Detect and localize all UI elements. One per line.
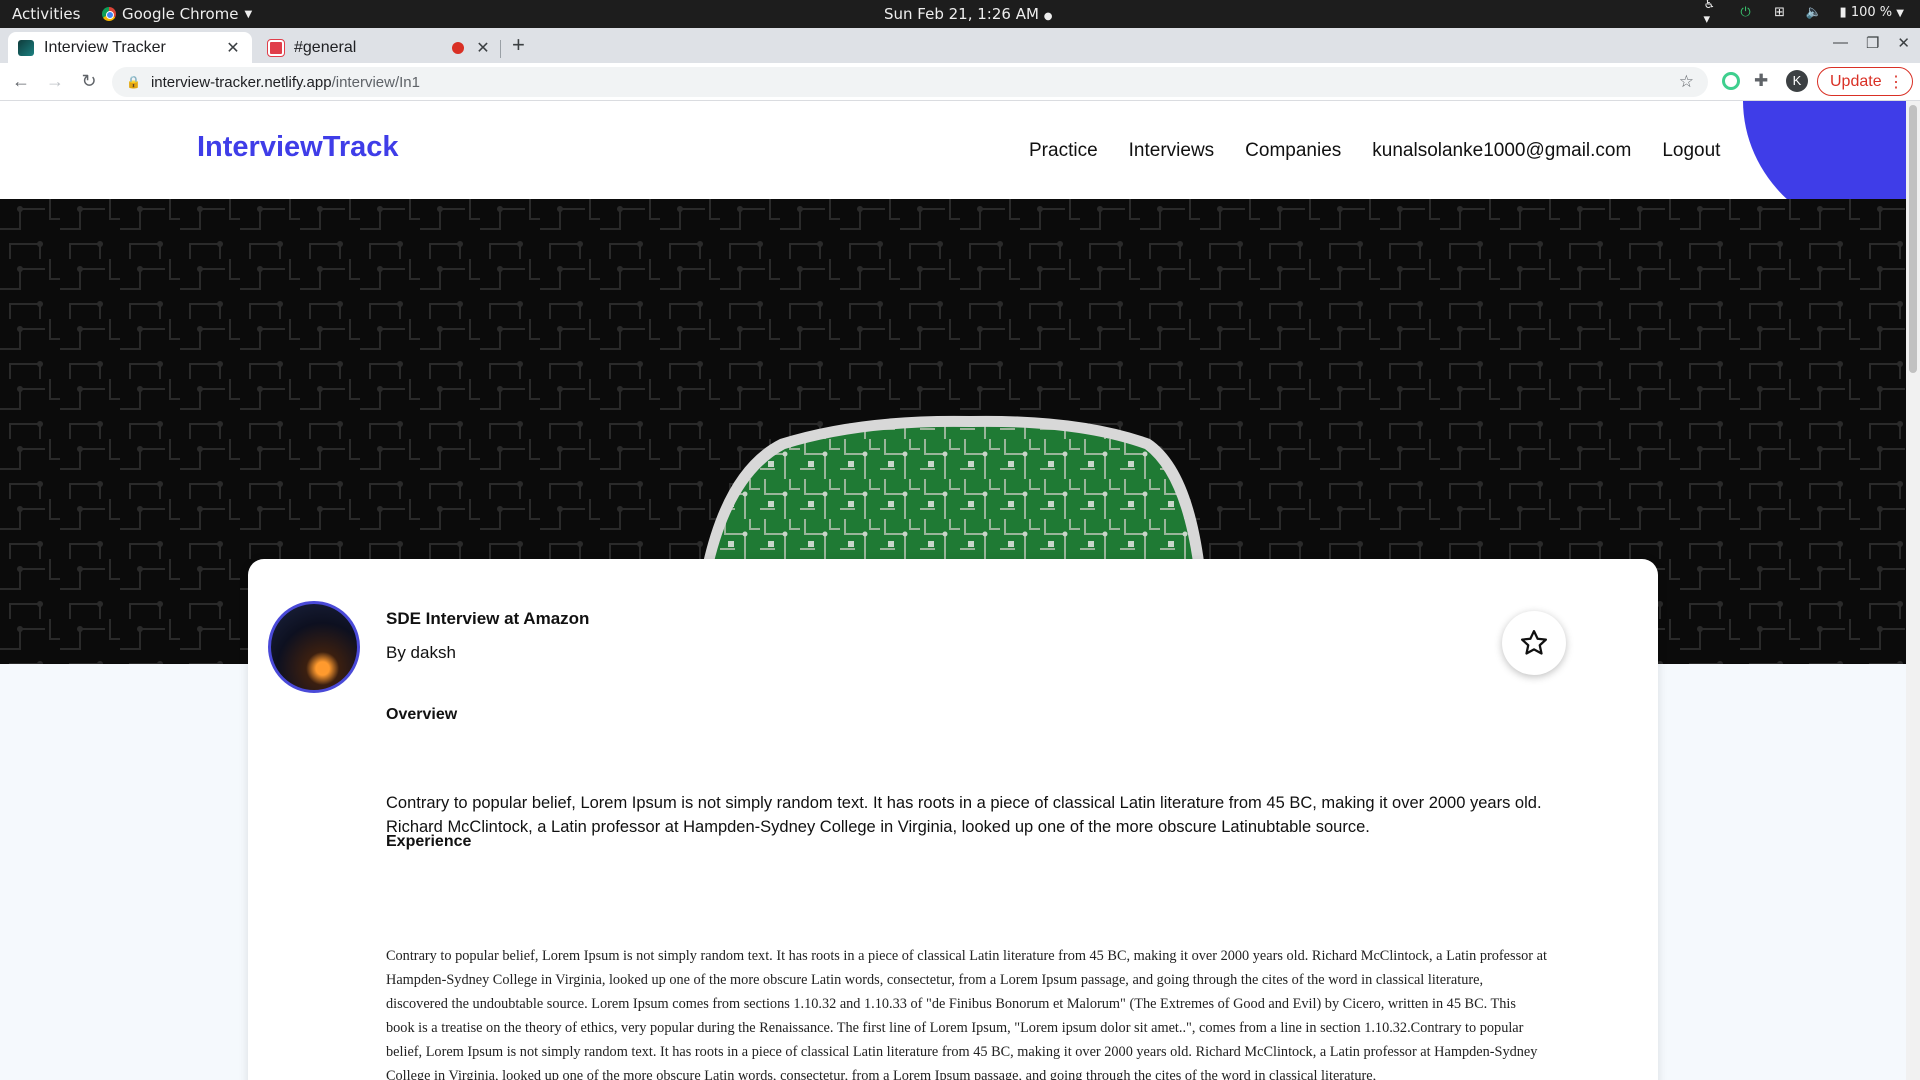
browser-toolbar: ← → ↻ 🔒 interview-tracker.netlify.app/in… [0, 63, 1920, 101]
battery-indicator[interactable]: ▮ 100 % ▼ [1840, 5, 1904, 20]
battery-icon: ▮ [1839, 4, 1847, 20]
interview-title: SDE Interview at Amazon [386, 609, 590, 628]
app-menu-label: Google Chrome [122, 5, 239, 23]
nav-companies[interactable]: Companies [1245, 140, 1341, 162]
system-top-bar: Activities Google Chrome ▼ Sun Feb 21, 1… [0, 0, 1920, 28]
calendar-favicon-icon [267, 38, 285, 57]
reload-icon[interactable]: ↻ [78, 71, 100, 92]
tab-label: Interview Tracker [44, 38, 166, 56]
network-icon[interactable]: ⊞ [1772, 4, 1788, 20]
notification-dot-icon: ● [1043, 11, 1053, 22]
caret-down-icon: ▼ [244, 8, 253, 20]
forward-arrow-icon[interactable]: → [44, 71, 66, 92]
window-controls: — ❐ ✕ [1833, 34, 1910, 52]
nav-logout[interactable]: Logout [1662, 140, 1720, 162]
overview-text: Contrary to popular belief, Lorem Ipsum … [386, 794, 1542, 836]
lock-icon[interactable]: 🔒 [126, 75, 141, 89]
profile-avatar[interactable]: K [1786, 70, 1808, 92]
url-host: interview-tracker.netlify.app [150, 73, 332, 91]
tab-strip: Interview Tracker ✕ #general ✕ + — ❐ ✕ [0, 28, 1920, 63]
volume-icon[interactable]: 🔈 [1805, 4, 1821, 20]
nav-practice[interactable]: Practice [1029, 140, 1098, 162]
update-button[interactable]: Update ⋮ [1817, 67, 1913, 96]
scrollbar-thumb[interactable] [1909, 105, 1917, 373]
star-outline-icon [1521, 630, 1547, 655]
restore-icon[interactable]: ❐ [1866, 34, 1879, 52]
page-viewport: InterviewTrack Practice Interviews Compa… [0, 101, 1906, 1080]
interview-card: SDE Interview at Amazon By daksh Overvie… [248, 559, 1658, 1080]
nav-interviews[interactable]: Interviews [1129, 140, 1215, 162]
favorite-button[interactable] [1502, 611, 1566, 675]
extensions-puzzle-icon[interactable]: ✚ [1754, 71, 1768, 91]
nav-user-email[interactable]: kunalsolanke1000@gmail.com [1372, 140, 1631, 162]
close-icon[interactable]: ✕ [224, 38, 242, 58]
caret-down-icon: ▼ [1896, 7, 1904, 19]
activities-button[interactable]: Activities [12, 5, 80, 23]
page-scrollbar[interactable] [1906, 101, 1920, 1080]
back-arrow-icon[interactable]: ← [10, 71, 32, 92]
site-favicon-icon [18, 39, 34, 56]
clock-label: Sun Feb 21, 1:26 AM [884, 5, 1039, 23]
address-bar[interactable]: 🔒 interview-tracker.netlify.app/intervie… [112, 67, 1708, 97]
system-clock[interactable]: Sun Feb 21, 1:26 AM ● [884, 5, 1052, 23]
author-avatar[interactable] [268, 601, 360, 693]
site-header: InterviewTrack Practice Interviews Compa… [0, 101, 1906, 240]
site-brand[interactable]: InterviewTrack [197, 131, 399, 164]
tab-general[interactable]: #general ✕ [260, 32, 500, 63]
accessibility-icon[interactable]: ♿▾ [1704, 0, 1720, 27]
more-vert-icon: ⋮ [1888, 74, 1904, 91]
url-path: /interview/In1 [331, 73, 420, 91]
new-tab-icon[interactable]: + [512, 32, 525, 58]
minimize-icon[interactable]: — [1833, 34, 1848, 52]
bookmark-star-icon[interactable]: ☆ [1679, 72, 1694, 92]
overview-heading: Overview [386, 706, 458, 723]
experience-text: Contrary to popular belief, Lorem Ipsum … [386, 948, 1547, 1080]
battery-label: 100 % [1850, 4, 1893, 20]
recording-icon [452, 41, 464, 54]
author-byline[interactable]: By daksh [386, 643, 456, 663]
update-label: Update [1830, 72, 1882, 90]
system-tray[interactable]: ♿▾ ⏻ ⊞ 🔈 ▮ 100 % ▼ [1704, 0, 1904, 27]
power-manager-icon[interactable]: ⏻ [1738, 4, 1754, 20]
tab-separator [500, 40, 501, 58]
tab-label: #general [294, 38, 357, 56]
chrome-logo-icon [102, 7, 116, 21]
app-menu[interactable]: Google Chrome ▼ [102, 5, 252, 23]
experience-heading: Experience [386, 833, 472, 850]
extension-icon[interactable] [1722, 72, 1740, 90]
close-icon[interactable]: ✕ [474, 38, 492, 58]
main-nav: Practice Interviews Companies kunalsolan… [1029, 140, 1751, 162]
close-window-icon[interactable]: ✕ [1897, 34, 1910, 52]
tab-interview-tracker[interactable]: Interview Tracker ✕ [8, 32, 252, 63]
